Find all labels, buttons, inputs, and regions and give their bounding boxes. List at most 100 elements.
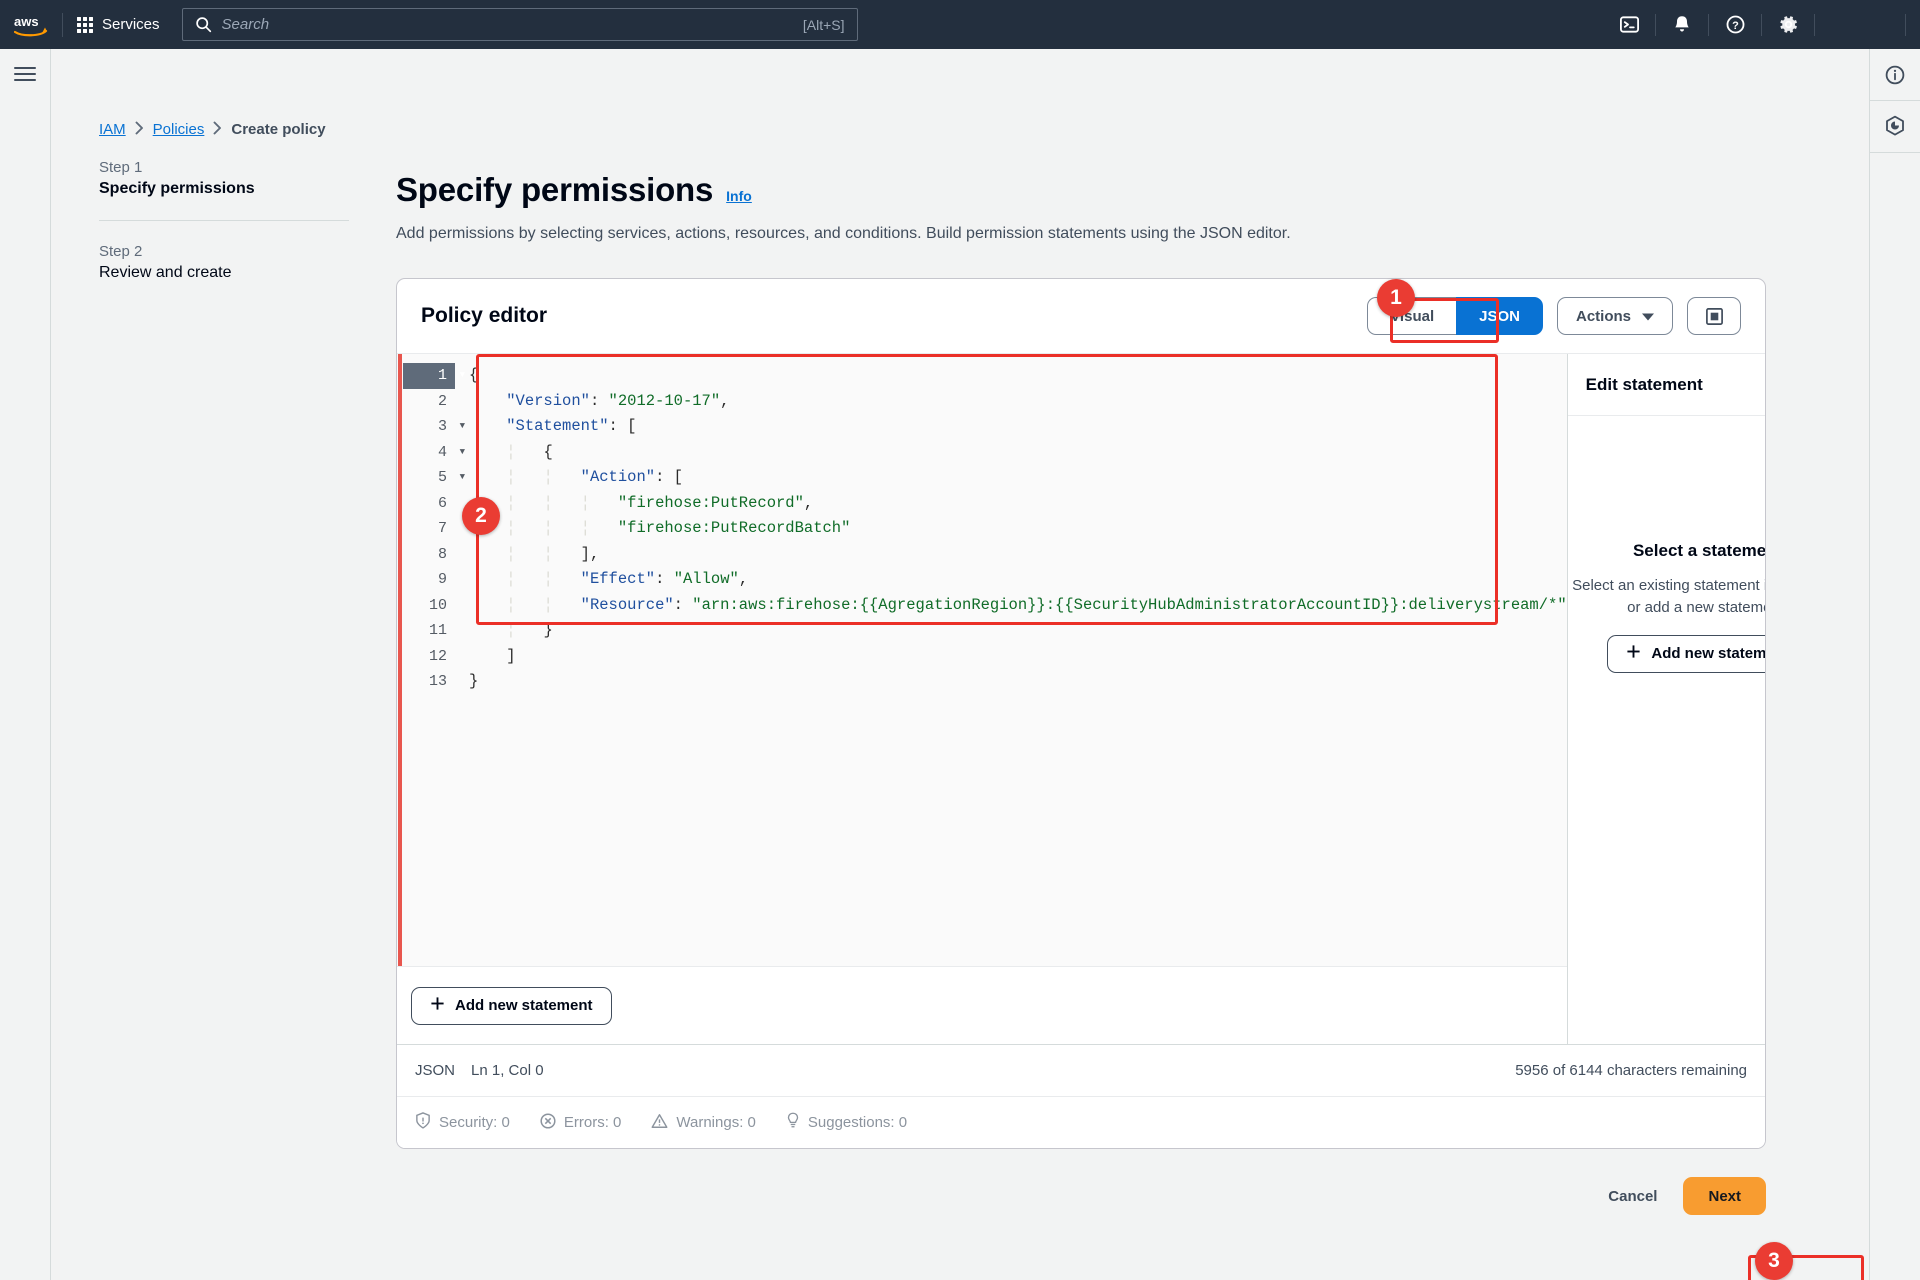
info-link[interactable]: Info xyxy=(726,188,752,204)
breadcrumb-item-policies[interactable]: Policies xyxy=(153,121,205,138)
policy-editor-title: Policy editor xyxy=(421,304,548,327)
indent-guide: ¦ xyxy=(543,519,581,537)
indent-guide: ¦ xyxy=(506,493,544,512)
indent-guide: ¦ xyxy=(543,468,581,486)
code-token-pun: : xyxy=(673,595,693,614)
indent-guide xyxy=(469,621,506,639)
settings-gear-icon[interactable] xyxy=(1762,0,1814,49)
warning-triangle-icon xyxy=(651,1113,668,1133)
shield-hex-icon[interactable] xyxy=(1869,101,1920,153)
help-question-icon[interactable]: ? xyxy=(1709,0,1761,49)
code-line: ¦ ¦ "Effect": "Allow", xyxy=(455,567,1567,593)
indent-guide xyxy=(469,468,506,486)
search-input[interactable] xyxy=(221,16,793,33)
code-token-pun: : xyxy=(589,391,609,410)
editor-code-content[interactable]: { "Version": "2012-10-17", "Statement": … xyxy=(455,354,1567,966)
validation-errors[interactable]: Errors: 0 xyxy=(540,1112,621,1133)
validation-security[interactable]: Security: 0 xyxy=(415,1112,510,1133)
code-token-pun: : xyxy=(655,570,674,588)
code-token-pun: , xyxy=(738,570,749,588)
add-new-statement-label: Add new statement xyxy=(455,997,593,1014)
wizard-step-2[interactable]: Step 2 Review and create xyxy=(99,243,349,282)
side-add-new-statement-button[interactable]: Add new statement xyxy=(1607,634,1766,673)
line-number: 10 xyxy=(428,596,447,614)
indent-guide: ¦ xyxy=(506,468,544,486)
select-statement-text: Select an existing statement in the poli… xyxy=(1572,577,1765,616)
code-line: "Statement": [ xyxy=(455,414,1567,440)
indent-guide xyxy=(469,596,506,614)
nav-divider xyxy=(1905,13,1906,36)
search-icon xyxy=(195,17,211,33)
validation-suggestions[interactable]: Suggestions: 0 xyxy=(786,1112,907,1133)
plus-icon xyxy=(1626,644,1641,663)
services-menu-button[interactable]: Services xyxy=(63,0,174,49)
actions-dropdown-button[interactable]: Actions xyxy=(1556,297,1673,335)
indent-guide: ¦ xyxy=(543,595,581,614)
line-number: 1 ▼ xyxy=(403,363,465,389)
main-column: Specify permissions Info Add permissions… xyxy=(396,49,1869,1280)
code-line: ¦ ¦ ], xyxy=(455,542,1567,568)
actions-label: Actions xyxy=(1575,307,1631,325)
line-number: 12 xyxy=(428,647,447,665)
line-number: 11 xyxy=(428,622,447,639)
shield-icon xyxy=(415,1112,431,1133)
maximize-panel-icon[interactable] xyxy=(1687,297,1741,335)
next-button[interactable]: Next xyxy=(1683,1177,1766,1215)
line-number: 6 xyxy=(437,494,447,512)
cloudshell-icon[interactable] xyxy=(1603,0,1655,49)
json-toggle-button[interactable]: JSON xyxy=(1456,297,1543,335)
editor-line-numbers: 1 ▼ 2 3 ▼ 4 ▼ 5 ▼ 6 7 8 9 10 11 12 13 xyxy=(403,354,465,966)
cancel-button[interactable]: Cancel xyxy=(1608,1188,1657,1205)
indent-guide: ¦ xyxy=(506,621,544,639)
code-line: { xyxy=(455,363,1567,389)
services-label: Services xyxy=(102,16,160,33)
error-circle-icon xyxy=(540,1112,556,1133)
code-token-pun: ] xyxy=(506,646,516,665)
code-line: ¦ { xyxy=(455,440,1567,466)
status-language: JSON xyxy=(415,1062,456,1079)
wizard-steps-column: Step 1 Specify permissions Step 2 Review… xyxy=(51,49,396,1280)
add-new-statement-button[interactable]: Add new statement xyxy=(411,986,612,1025)
indent-guide xyxy=(469,545,506,563)
indent-guide xyxy=(469,443,506,461)
hamburger-menu-icon[interactable] xyxy=(14,67,36,1280)
validation-security-label: Security: 0 xyxy=(439,1114,510,1131)
line-number: 8 xyxy=(437,545,447,563)
status-left: JSON Ln 1, Col 0 xyxy=(415,1062,544,1079)
code-token-str: "firehose:PutRecord" xyxy=(617,493,804,512)
wizard-step-1[interactable]: Step 1 Specify permissions xyxy=(99,159,349,198)
global-search-box[interactable]: [Alt+S] xyxy=(181,8,858,41)
side-add-new-statement-label: Add new statement xyxy=(1651,645,1766,662)
breadcrumb-separator-icon xyxy=(213,121,222,138)
indent-guide xyxy=(469,647,506,665)
step-divider xyxy=(99,220,349,221)
line-number: 3 ▼ xyxy=(403,414,465,440)
indent-guide xyxy=(469,417,506,435)
validation-suggestions-label: Suggestions: 0 xyxy=(807,1114,908,1131)
breadcrumb-item-iam[interactable]: IAM xyxy=(99,121,126,138)
annotation-badge-2: 2 xyxy=(462,497,500,535)
breadcrumb-separator-icon xyxy=(135,121,144,138)
edit-statement-header: Edit statement xyxy=(1567,354,1765,416)
info-circle-icon[interactable] xyxy=(1869,49,1920,101)
page-body: IAM Policies Create policy Step 1 Specif… xyxy=(0,49,1920,1280)
editor-main: 1 ▼ 2 3 ▼ 4 ▼ 5 ▼ 6 7 8 9 10 11 12 13 { "Version": "2012… xyxy=(397,354,1568,1044)
code-line: ] xyxy=(455,644,1567,670)
line-number: 7 xyxy=(437,520,447,537)
code-token-key: "Effect" xyxy=(580,570,656,588)
plus-icon xyxy=(430,996,445,1015)
code-token-key: "Statement" xyxy=(506,417,609,435)
code-token-str: "arn:aws:firehose:{{AgregationRegion}}:{… xyxy=(692,595,1567,614)
code-line: ¦ ¦ ¦ "firehose:PutRecordBatch" xyxy=(455,516,1567,542)
editor-wrapper: 1 ▼ 2 3 ▼ 4 ▼ 5 ▼ 6 7 8 9 10 11 12 13 { "Version": "2012… xyxy=(397,354,1765,1044)
indent-guide: ¦ xyxy=(506,595,544,614)
notifications-bell-icon[interactable] xyxy=(1656,0,1708,49)
code-token-pun: : [ xyxy=(608,417,637,435)
json-code-editor[interactable]: 1 ▼ 2 3 ▼ 4 ▼ 5 ▼ 6 7 8 9 10 11 12 13 { "Version": "2012… xyxy=(397,354,1567,966)
code-token-str: "firehose:PutRecordBatch" xyxy=(617,519,851,537)
indent-guide: ¦ xyxy=(580,519,618,537)
status-characters-remaining: 5956 of 6144 characters remaining xyxy=(1515,1062,1747,1079)
validation-warnings[interactable]: Warnings: 0 xyxy=(651,1113,756,1133)
aws-logo[interactable]: aws xyxy=(0,13,62,37)
code-line: ¦ } xyxy=(455,618,1567,644)
